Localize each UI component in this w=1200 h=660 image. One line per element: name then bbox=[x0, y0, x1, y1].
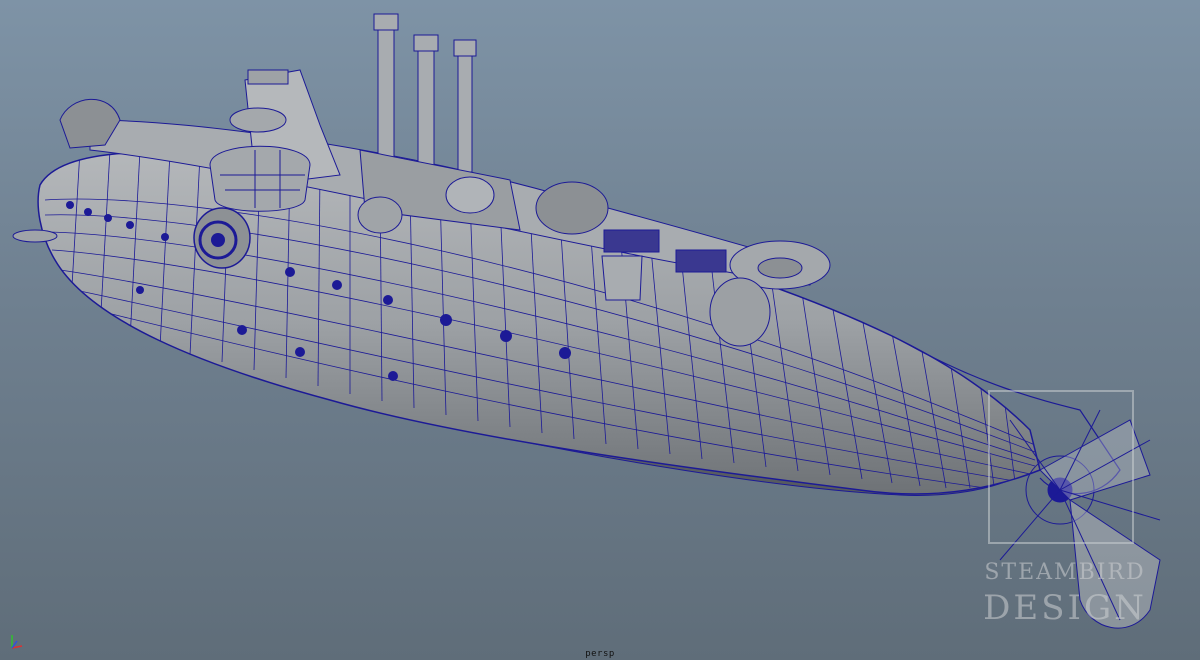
maya-perspective-viewport[interactable]: STEAMBIRD DESIGN persp bbox=[0, 0, 1200, 660]
smokestacks bbox=[373, 13, 477, 179]
camera-name-label: persp bbox=[585, 649, 615, 659]
side-wheel bbox=[193, 207, 251, 269]
submarine-wireframe-model[interactable] bbox=[0, 0, 1200, 660]
